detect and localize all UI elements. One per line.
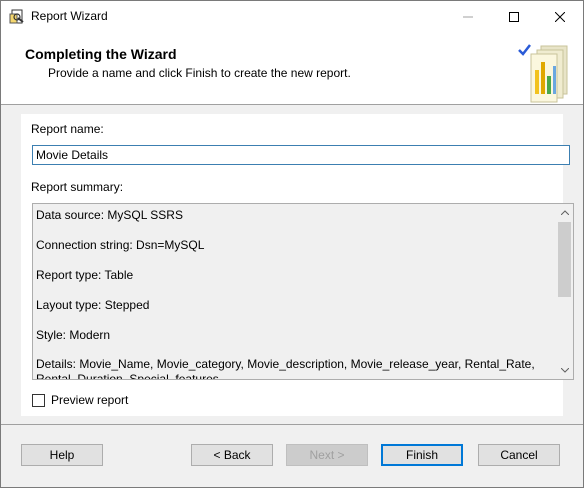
window-title: Report Wizard: [31, 9, 108, 23]
report-summary-box[interactable]: Data source: MySQL SSRS Connection strin…: [32, 203, 574, 380]
title-bar[interactable]: Report Wizard: [1, 1, 583, 32]
minimize-button[interactable]: [445, 1, 491, 32]
next-button[interactable]: Next >: [286, 444, 368, 466]
report-name-label: Report name:: [31, 122, 104, 136]
wizard-content: Report name: Report summary: Data source…: [21, 114, 574, 416]
summary-line-layout-type: Layout type: Stepped: [36, 298, 150, 312]
scroll-up-button[interactable]: [556, 204, 573, 221]
finish-button[interactable]: Finish: [381, 444, 463, 466]
chevron-down-icon: [560, 368, 569, 373]
report-name-input[interactable]: [32, 145, 570, 165]
report-summary-text: Data source: MySQL SSRS Connection strin…: [36, 204, 552, 380]
summary-line-details: Details: Movie_Name, Movie_category, Mov…: [36, 357, 535, 380]
report-wizard-app-icon: [9, 9, 25, 25]
maximize-icon: [509, 11, 519, 22]
report-wizard-window: Report Wizard Completing the Wizard Prov…: [0, 0, 584, 488]
preview-report-option[interactable]: Preview report: [32, 393, 128, 407]
report-summary-label: Report summary:: [31, 180, 124, 194]
summary-line-style: Style: Modern: [36, 328, 111, 342]
cancel-button[interactable]: Cancel: [478, 444, 560, 466]
back-button[interactable]: < Back: [191, 444, 273, 466]
footer-divider: [1, 424, 583, 425]
summary-line-report-type: Report type: Table: [36, 268, 134, 282]
help-button[interactable]: Help: [21, 444, 103, 466]
summary-line-data-source: Data source: MySQL SSRS: [36, 208, 183, 222]
close-icon: [555, 11, 565, 22]
summary-scrollbar[interactable]: [556, 204, 573, 379]
maximize-button[interactable]: [491, 1, 537, 32]
wizard-header: Completing the Wizard Provide a name and…: [1, 32, 583, 105]
preview-report-checkbox[interactable]: [32, 393, 45, 407]
scroll-down-button[interactable]: [556, 362, 573, 379]
page-subtitle: Provide a name and click Finish to creat…: [48, 66, 351, 80]
preview-report-label: Preview report: [51, 393, 129, 407]
close-button[interactable]: [537, 1, 583, 32]
minimize-icon: [463, 16, 473, 17]
scroll-thumb[interactable]: [558, 222, 571, 297]
summary-line-connection-string: Connection string: Dsn=MySQL: [36, 238, 205, 252]
report-wizard-graphic: [517, 42, 573, 104]
chevron-up-icon: [560, 210, 569, 215]
page-title: Completing the Wizard: [25, 46, 177, 62]
